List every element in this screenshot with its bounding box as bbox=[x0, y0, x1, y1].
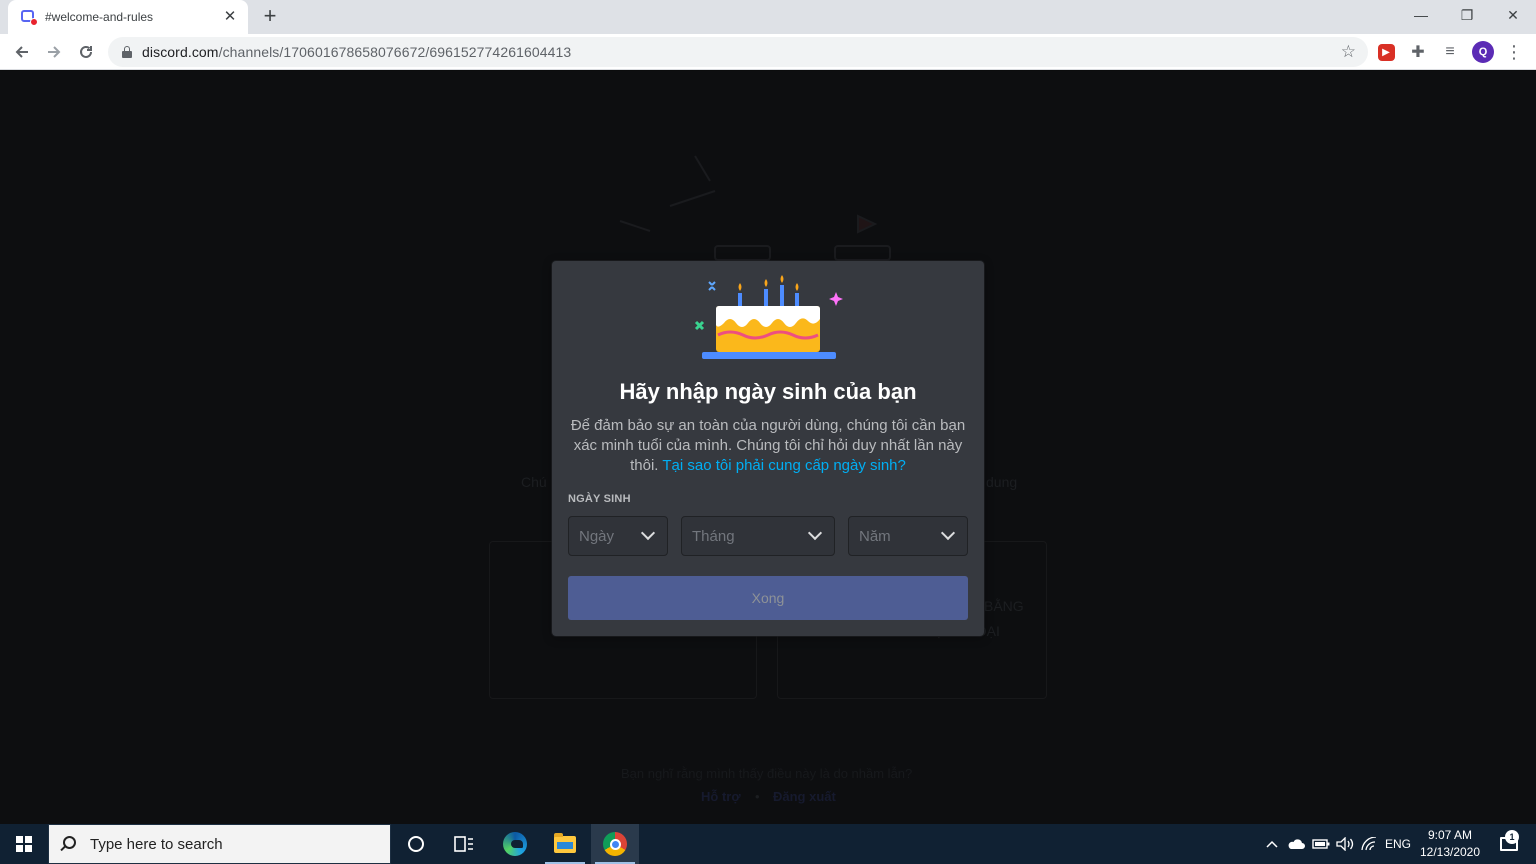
tab-close-icon[interactable]: ✕ bbox=[222, 9, 238, 25]
bookmark-star-icon[interactable]: ☆ bbox=[1341, 42, 1356, 62]
battery-icon[interactable] bbox=[1310, 824, 1332, 864]
file-explorer-button[interactable] bbox=[541, 824, 589, 864]
chevron-down-icon bbox=[640, 525, 656, 541]
new-tab-button[interactable]: + bbox=[259, 5, 281, 27]
chrome-icon bbox=[603, 832, 627, 856]
done-button[interactable]: Xong bbox=[568, 576, 968, 620]
folder-icon bbox=[554, 832, 576, 853]
month-select[interactable]: Tháng bbox=[681, 516, 835, 556]
discord-favicon-icon bbox=[21, 9, 38, 26]
clock-date: 12/13/2020 bbox=[1419, 845, 1481, 859]
taskbar-clock[interactable]: 9:07 AM 12/13/2020 bbox=[1412, 827, 1488, 861]
minimize-button[interactable]: — bbox=[1398, 0, 1444, 30]
back-arrow-icon[interactable] bbox=[9, 39, 35, 65]
task-view-icon bbox=[454, 836, 473, 852]
extensions-puzzle-icon[interactable]: ✚ bbox=[1406, 40, 1430, 64]
taskbar-search-box[interactable]: Type here to search bbox=[48, 824, 391, 864]
windows-taskbar: Type here to search ENG 9:07 AM 12/13/20… bbox=[0, 824, 1536, 864]
faded-help-link: Hỗ trợ bbox=[701, 789, 741, 804]
chrome-menu-icon[interactable]: ⋮ bbox=[1502, 40, 1526, 64]
url-text: discord.com/channels/170601678658076672/… bbox=[142, 44, 572, 60]
forward-arrow-icon[interactable] bbox=[41, 39, 67, 65]
notification-badge: 1 bbox=[1505, 830, 1519, 844]
task-view-button[interactable] bbox=[440, 824, 488, 864]
clock-time: 9:07 AM bbox=[1427, 828, 1473, 842]
profile-avatar[interactable]: Q bbox=[1471, 40, 1495, 64]
why-birthday-link[interactable]: Tại sao tôi phải cung cấp ngày sinh? bbox=[662, 457, 906, 474]
search-placeholder: Type here to search bbox=[90, 835, 223, 853]
cortana-icon bbox=[408, 836, 424, 852]
search-icon bbox=[63, 835, 76, 849]
year-placeholder: Năm bbox=[859, 527, 891, 545]
browser-tab-active[interactable]: #welcome-and-rules ✕ bbox=[8, 0, 248, 34]
reload-icon[interactable] bbox=[73, 39, 99, 65]
month-placeholder: Tháng bbox=[692, 527, 735, 545]
wifi-icon[interactable] bbox=[1358, 824, 1380, 864]
birthday-cake-icon bbox=[694, 275, 843, 359]
faded-footer-separator: • bbox=[755, 789, 760, 804]
faded-logout-link: Đăng xuất bbox=[773, 789, 836, 804]
browser-tabstrip: #welcome-and-rules ✕ + — ❐ ✕ bbox=[0, 0, 1536, 34]
tab-title: #welcome-and-rules bbox=[45, 10, 154, 24]
cortana-button[interactable] bbox=[392, 824, 440, 864]
chevron-down-icon bbox=[807, 525, 823, 541]
faded-right-text: dung bbox=[986, 474, 1018, 490]
birthday-modal: Hãy nhập ngày sinh của bạn Để đảm bảo sự… bbox=[552, 261, 984, 636]
volume-icon[interactable] bbox=[1334, 824, 1356, 864]
faded-card-line1: BẰNG bbox=[984, 598, 1024, 614]
day-placeholder: Ngày bbox=[579, 527, 615, 545]
year-select[interactable]: Năm bbox=[848, 516, 968, 556]
show-hidden-icons-button[interactable] bbox=[1262, 824, 1282, 864]
chevron-down-icon bbox=[940, 525, 956, 541]
action-center-button[interactable]: 1 bbox=[1494, 824, 1524, 864]
day-select[interactable]: Ngày bbox=[568, 516, 668, 556]
browser-toolbar: discord.com/channels/170601678658076672/… bbox=[0, 34, 1536, 70]
modal-title: Hãy nhập ngày sinh của bạn bbox=[619, 379, 917, 404]
faded-left-text: Chú bbox=[521, 474, 547, 490]
lock-icon bbox=[122, 46, 132, 58]
modal-description: Để đảm bảo sự an toàn của người dùng, ch… bbox=[570, 417, 966, 474]
restore-button[interactable]: ❐ bbox=[1444, 0, 1490, 30]
chrome-taskbar-button[interactable] bbox=[591, 824, 639, 864]
close-window-button[interactable]: ✕ bbox=[1490, 0, 1536, 30]
edge-taskbar-button[interactable] bbox=[491, 824, 539, 864]
chevron-up-icon bbox=[1266, 840, 1278, 848]
background-illustration bbox=[619, 155, 891, 261]
language-indicator[interactable]: ENG bbox=[1382, 824, 1414, 864]
windows-logo-icon bbox=[16, 836, 32, 852]
dob-label: NGÀY SINH bbox=[568, 493, 631, 505]
start-button[interactable] bbox=[0, 824, 48, 864]
faded-footer-question: Bạn nghĩ rằng mình thấy điều này là do n… bbox=[621, 766, 913, 781]
onedrive-icon[interactable] bbox=[1285, 824, 1307, 864]
address-bar[interactable]: discord.com/channels/170601678658076672/… bbox=[108, 37, 1368, 67]
extension-red-icon[interactable]: ▶ bbox=[1374, 40, 1398, 64]
edge-icon bbox=[503, 832, 527, 856]
media-control-icon[interactable]: ≡ bbox=[1438, 40, 1462, 64]
